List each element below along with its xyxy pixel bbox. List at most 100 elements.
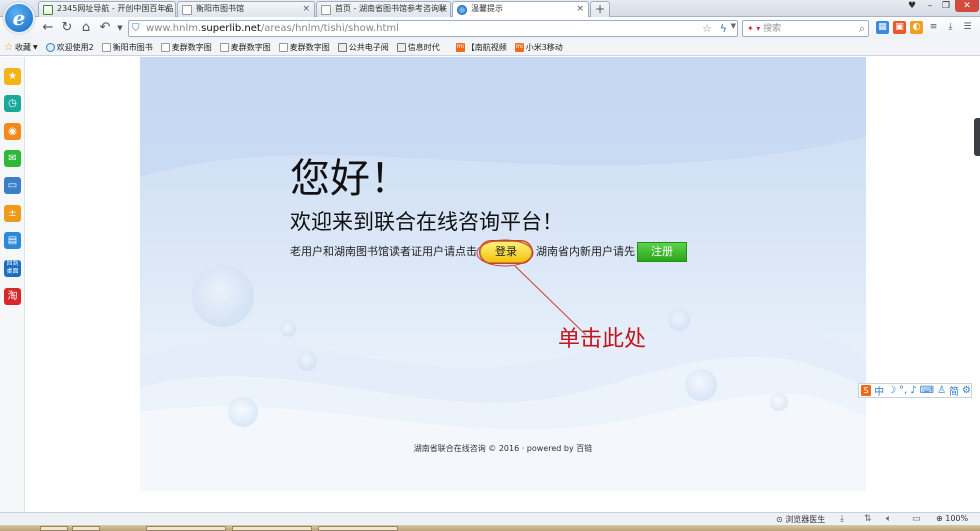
- new-tab-button[interactable]: +: [590, 1, 610, 17]
- taskbar-item[interactable]: [232, 526, 312, 531]
- back-to-desktop-icon[interactable]: 回到 桌面: [4, 260, 21, 277]
- bookmark-item[interactable]: 公共电子阅: [337, 42, 389, 53]
- page-content: 您好！ 欢迎来到联合在线咨询平台！ 老用户和湖南图书馆读者证用户请点击 登录 湖…: [26, 57, 980, 511]
- address-bar[interactable]: ⛉ www.hnlm.superlib.net/areas/hnlm/tishi…: [128, 20, 738, 37]
- tab-notice[interactable]: 温馨提示 ×: [452, 1, 589, 18]
- browser-logo[interactable]: e: [3, 2, 35, 34]
- star-icon[interactable]: ☆: [702, 22, 712, 35]
- toolbar-icons: ▦ ▣ ◐ ≡ ⤓ ☰: [876, 21, 974, 35]
- ie-icon: [457, 5, 467, 15]
- taskbar-item[interactable]: [146, 526, 226, 531]
- tab-2345[interactable]: 2345网址导航 - 开创中国百年品 ×: [38, 1, 176, 17]
- minimize-button[interactable]: –: [922, 0, 938, 12]
- close-window-button[interactable]: ✕: [955, 0, 979, 12]
- lightning-icon[interactable]: ϟ: [720, 22, 727, 35]
- screen-icon[interactable]: ▭: [4, 177, 21, 194]
- taskbar-item[interactable]: [40, 526, 68, 531]
- undo-dropdown[interactable]: ▼: [112, 20, 128, 36]
- bookmark-label: 收藏: [15, 42, 31, 52]
- back-button[interactable]: ←: [40, 20, 56, 36]
- bookmark-item[interactable]: 麦群数字图: [219, 42, 271, 53]
- bookmark-label: 衡阳市图书: [112, 42, 153, 52]
- user-icon[interactable]: ♙: [937, 385, 946, 396]
- speaker-icon[interactable]: 🔈︎: [886, 514, 891, 524]
- gear-icon[interactable]: ⚙: [962, 385, 971, 396]
- ime-mode[interactable]: 中: [874, 383, 884, 398]
- close-icon[interactable]: ×: [438, 2, 446, 16]
- page-icon: [219, 42, 229, 52]
- undo-button[interactable]: ↶: [97, 20, 113, 36]
- tab-hengyang-library[interactable]: 衡阳市图书馆 ×: [177, 1, 315, 17]
- window-icon[interactable]: ▭: [912, 514, 921, 524]
- bubble: [192, 265, 254, 327]
- bookmark-item[interactable]: 欢迎使用2: [45, 42, 94, 53]
- ime-toolbar[interactable]: S 中 ☽ °, ♪ ⌨ ♙ 简 ⚙: [858, 383, 972, 398]
- page-icon: [278, 42, 288, 52]
- page-heading: 您好！: [290, 156, 410, 202]
- apps-icon[interactable]: ▦: [876, 21, 889, 34]
- skin-icon[interactable]: ♥: [904, 0, 920, 12]
- shield-icon: ⛉: [132, 23, 140, 34]
- tab-label: 首页 - 湖南省图书馆参考咨询联: [335, 4, 447, 13]
- status-bar: ⊙ 浏览器医生 ⤓ ⇅ 🔈︎ ▭ ⊕ 100%: [0, 512, 980, 525]
- wechat-icon[interactable]: ✉: [4, 150, 21, 167]
- image-icon[interactable]: ▣: [893, 21, 906, 34]
- keyboard-icon[interactable]: ⌨: [920, 385, 934, 396]
- download-icon[interactable]: ⤓: [944, 21, 957, 34]
- network-icon[interactable]: ⇅: [864, 514, 872, 524]
- taskbar-item[interactable]: [318, 526, 398, 531]
- clock-icon[interactable]: ◷: [4, 95, 21, 112]
- download-icon[interactable]: ⤓: [840, 514, 844, 524]
- bookmark-item[interactable]: mi 小米3移动: [514, 42, 563, 53]
- bookmark-item[interactable]: 麦群数字图: [160, 42, 212, 53]
- punctuation-icon[interactable]: °,: [899, 385, 907, 396]
- taskbar: [0, 525, 980, 531]
- paw-icon: ✦ ▾: [747, 24, 761, 33]
- bookmark-favorites[interactable]: ☆ 收藏 ▼: [4, 42, 38, 53]
- bookmark-item[interactable]: 麦群数字图: [278, 42, 330, 53]
- search-placeholder: 搜索: [763, 24, 782, 34]
- restore-button[interactable]: ❐: [938, 0, 954, 12]
- home-button[interactable]: ⌂: [78, 20, 94, 36]
- ime-charset[interactable]: 简: [949, 383, 959, 398]
- page-icon: [101, 42, 111, 52]
- page-footer: 湖南省联合在线咨询 © 2016 · powered by 百链: [413, 444, 593, 453]
- more-icon[interactable]: ☰: [961, 21, 974, 34]
- taobao-icon[interactable]: 淘: [4, 288, 21, 305]
- side-panel-handle[interactable]: [974, 118, 980, 156]
- image-icon: [337, 42, 347, 52]
- taskbar-item[interactable]: [72, 526, 100, 531]
- menu-icon[interactable]: ≡: [927, 21, 940, 34]
- sogou-icon: S: [861, 385, 872, 396]
- bookmark-item[interactable]: 衡阳市图书: [101, 42, 153, 53]
- close-icon[interactable]: ×: [163, 2, 171, 16]
- register-button[interactable]: 注册: [637, 242, 687, 262]
- notes-icon[interactable]: ▤: [4, 232, 21, 249]
- bookmark-label: 信息时代: [407, 42, 440, 52]
- chevron-down-icon: ▼: [33, 43, 38, 51]
- close-icon[interactable]: ×: [576, 2, 584, 16]
- bubble: [770, 393, 788, 411]
- login-button[interactable]: 登录: [480, 241, 532, 263]
- bookmark-item[interactable]: 信息时代: [396, 42, 440, 53]
- refresh-button[interactable]: ↻: [59, 20, 75, 36]
- search-input[interactable]: ✦ ▾ 搜索 ⌕: [742, 20, 869, 37]
- search-icon[interactable]: ⌕: [859, 21, 865, 36]
- register-prompt: 湖南省内新用户请先: [536, 245, 635, 258]
- chevron-down-icon[interactable]: ▼: [731, 22, 736, 30]
- wave-background: [140, 57, 866, 491]
- close-icon[interactable]: ×: [302, 2, 310, 16]
- bookmark-label: 【南航视频: [466, 42, 507, 52]
- bookmark-item[interactable]: mi 【南航视频: [455, 42, 507, 53]
- tab-hunan-library[interactable]: 首页 - 湖南省图书馆参考咨询联 ×: [316, 1, 451, 17]
- gamepad-icon[interactable]: ◐: [910, 21, 923, 34]
- favorites-star-icon[interactable]: ★: [4, 68, 21, 85]
- browser-doctor[interactable]: ⊙ 浏览器医生: [776, 514, 825, 525]
- bubble: [297, 351, 317, 371]
- weibo-icon[interactable]: ◉: [4, 123, 21, 140]
- calculator-icon[interactable]: ±: [4, 205, 21, 222]
- zoom-level[interactable]: ⊕ 100%: [936, 514, 968, 523]
- page-icon: [182, 5, 192, 15]
- moon-icon[interactable]: ☽: [887, 385, 896, 396]
- microphone-icon[interactable]: ♪: [910, 385, 916, 396]
